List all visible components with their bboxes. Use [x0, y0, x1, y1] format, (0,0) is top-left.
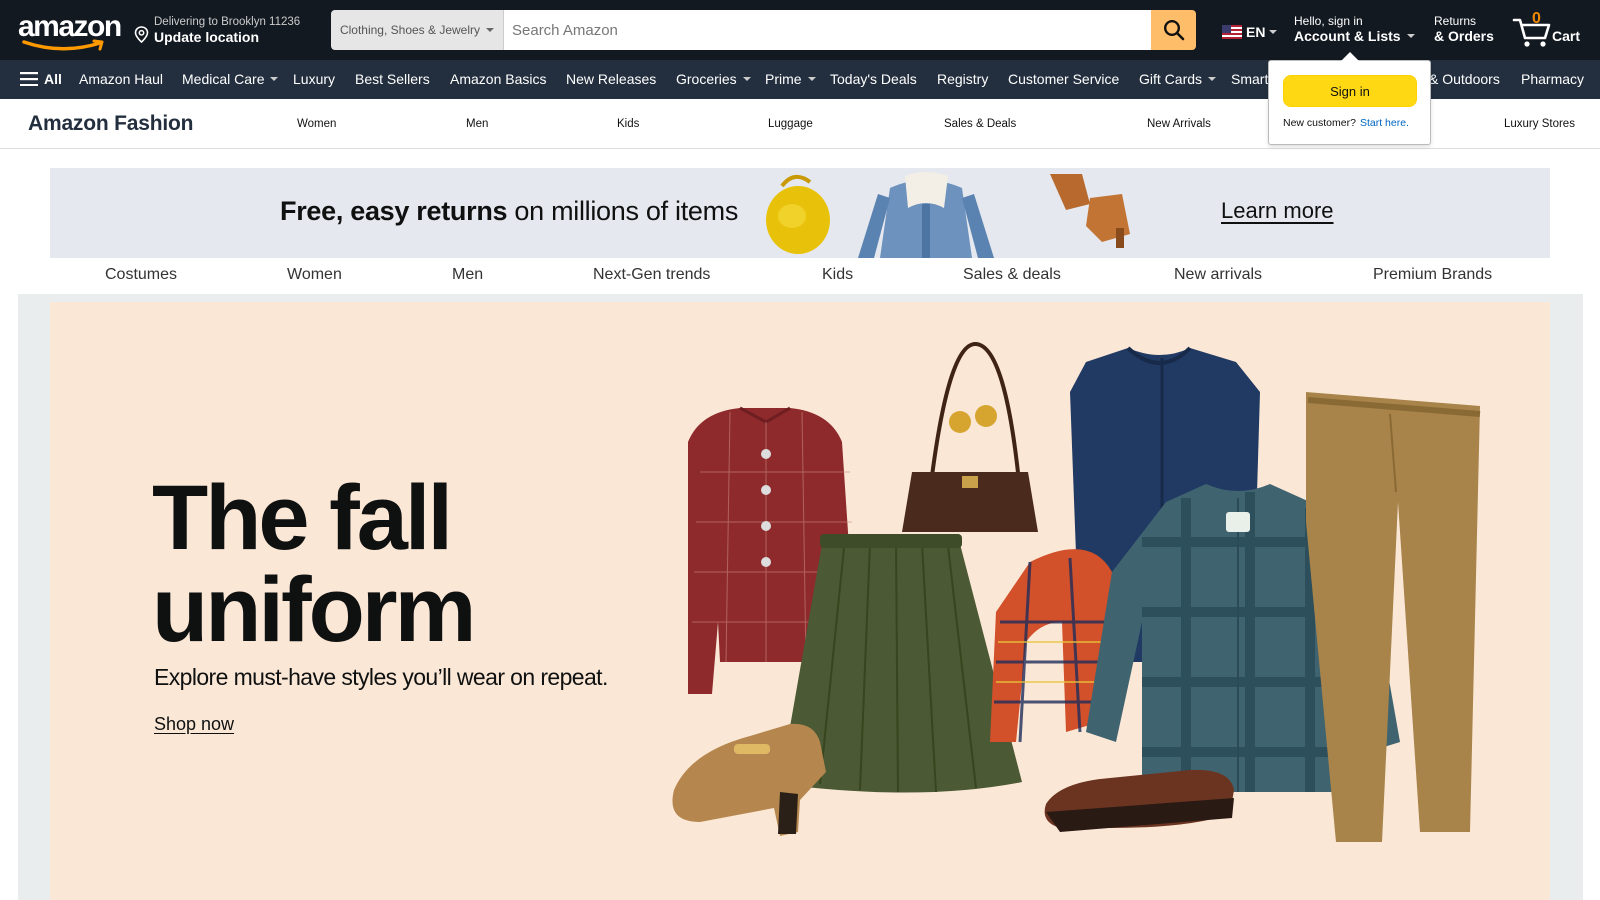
- nav-item-amazon-haul[interactable]: Amazon Haul: [79, 71, 163, 87]
- start-here-link[interactable]: Start here.: [1360, 117, 1409, 129]
- category-next-gen-trends[interactable]: Next-Gen trends: [593, 266, 710, 284]
- account-lists-label: Account & Lists: [1294, 28, 1415, 44]
- cart-count: 0: [1532, 10, 1541, 27]
- nav-item-medical-care-label: Medical Care: [182, 71, 265, 87]
- nav-item-medical-care[interactable]: Medical Care: [182, 71, 279, 87]
- account-lists-text: Account & Lists: [1294, 28, 1401, 44]
- brown-handbag-image: [902, 342, 1038, 532]
- nav-item-amazon-basics[interactable]: Amazon Basics: [450, 71, 546, 87]
- returns-label: Returns: [1434, 14, 1477, 28]
- us-flag-icon: [1222, 25, 1242, 39]
- nav-item-new-releases[interactable]: New Releases: [566, 71, 656, 87]
- category-strip: Costumes Women Men Next-Gen trends Kids …: [50, 258, 1550, 294]
- account-menu[interactable]: Hello, sign in Account & Lists: [1294, 14, 1415, 44]
- nav-item-registry[interactable]: Registry: [937, 71, 988, 87]
- top-nav-bar: amazon Delivering to Brooklyn 11236 Upda…: [0, 0, 1600, 60]
- hero-title: The fall uniform: [152, 467, 476, 661]
- category-premium-brands[interactable]: Premium Brands: [1373, 266, 1492, 284]
- new-customer-text: New customer? Start here.: [1283, 117, 1409, 129]
- fashion-link-women[interactable]: Women: [297, 118, 336, 130]
- category-kids[interactable]: Kids: [822, 266, 853, 284]
- amazon-fashion-title[interactable]: Amazon Fashion: [28, 112, 193, 136]
- brown-loafer-image: [1044, 769, 1234, 832]
- search-category-label: Clothing, Shoes & Jewelry: [339, 23, 481, 37]
- hero-subtitle: Explore must-have styles you’ll wear on …: [154, 664, 608, 690]
- fashion-link-kids[interactable]: Kids: [617, 118, 639, 130]
- signin-button[interactable]: Sign in: [1283, 75, 1417, 107]
- returns-orders-link[interactable]: Returns & Orders: [1434, 14, 1494, 44]
- nav-item-groceries[interactable]: Groceries: [676, 71, 751, 87]
- nav-item-smart[interactable]: Smart: [1231, 71, 1268, 87]
- fashion-link-luxury-stores[interactable]: Luxury Stores: [1504, 118, 1575, 130]
- signin-popover: Sign in New customer? Start here.: [1268, 52, 1431, 145]
- all-menu-label: All: [44, 71, 62, 87]
- chevron-down-icon: [1406, 34, 1415, 38]
- chevron-down-icon: [742, 77, 751, 81]
- nav-item-customer-service[interactable]: Customer Service: [1008, 71, 1119, 87]
- fashion-link-sales-deals[interactable]: Sales & Deals: [944, 118, 1016, 130]
- chevron-down-icon: [1208, 77, 1217, 81]
- chevron-down-icon: [1269, 30, 1278, 34]
- search-category-select[interactable]: Clothing, Shoes & Jewelry: [331, 10, 504, 50]
- chevron-down-icon: [807, 77, 816, 81]
- fashion-link-men[interactable]: Men: [466, 118, 488, 130]
- banner-headline-rest: on millions of items: [507, 196, 739, 226]
- hero-banner[interactable]: The fall uniform Explore must-have style…: [50, 302, 1550, 900]
- learn-more-link[interactable]: Learn more: [1221, 198, 1334, 224]
- hero-title-line2: uniform: [152, 559, 476, 661]
- category-costumes[interactable]: Costumes: [105, 266, 177, 284]
- hamburger-menu-icon: [20, 72, 38, 86]
- shop-now-link[interactable]: Shop now: [154, 714, 234, 735]
- nav-item-gift-cards[interactable]: Gift Cards: [1139, 71, 1217, 87]
- nav-item-groceries-label: Groceries: [676, 71, 737, 87]
- orders-label: & Orders: [1434, 28, 1494, 44]
- search-icon: [1163, 19, 1184, 41]
- nav-item-prime-label: Prime: [765, 71, 802, 87]
- fashion-link-new-arrivals[interactable]: New Arrivals: [1147, 118, 1211, 130]
- yellow-bag-image: [766, 174, 830, 254]
- language-selector[interactable]: EN: [1222, 24, 1278, 40]
- khaki-pants-image: [1306, 392, 1481, 842]
- search-bar: Clothing, Shoes & Jewelry: [331, 10, 1196, 50]
- nav-item-best-sellers[interactable]: Best Sellers: [355, 71, 430, 87]
- update-location-link: Update location: [154, 29, 260, 45]
- chevron-down-icon: [270, 77, 279, 81]
- nav-item-pharmacy[interactable]: Pharmacy: [1521, 71, 1584, 87]
- search-input[interactable]: [504, 10, 1151, 50]
- banner-product-images: [766, 172, 1130, 258]
- search-button[interactable]: [1151, 10, 1196, 50]
- chevron-down-icon: [486, 28, 495, 32]
- tan-loafer-image: [672, 723, 826, 836]
- nav-item-luxury[interactable]: Luxury: [293, 71, 335, 87]
- brown-boots-image: [1050, 174, 1130, 248]
- hero-title-line1: The fall: [152, 467, 453, 569]
- delivery-location-line1: Delivering to Brooklyn 11236: [154, 16, 301, 28]
- banner-headline-bold: Free, easy returns: [280, 196, 508, 226]
- logo-text: amazon: [18, 10, 122, 43]
- location-pin-icon: [134, 26, 149, 43]
- new-customer-label: New customer?: [1283, 117, 1356, 129]
- category-men[interactable]: Men: [452, 266, 483, 284]
- logo-smile-icon: [22, 39, 104, 51]
- returns-banner[interactable]: Free, easy returns on millions of items …: [50, 168, 1550, 258]
- fashion-link-luggage[interactable]: Luggage: [768, 118, 813, 130]
- denim-jacket-image: [858, 172, 994, 258]
- language-label: EN: [1246, 24, 1266, 40]
- cart-label: Cart: [1552, 28, 1581, 44]
- account-greeting: Hello, sign in: [1294, 14, 1363, 28]
- category-sales-deals[interactable]: Sales & deals: [963, 266, 1061, 284]
- all-menu-button[interactable]: All: [20, 71, 62, 87]
- nav-item-prime[interactable]: Prime: [765, 71, 816, 87]
- amazon-logo[interactable]: amazon: [18, 10, 122, 52]
- nav-item-outdoors[interactable]: & Outdoors: [1429, 71, 1500, 87]
- cart-button[interactable]: 0 Cart: [1512, 8, 1592, 52]
- category-women[interactable]: Women: [287, 266, 342, 284]
- category-new-arrivals[interactable]: New arrivals: [1174, 266, 1262, 284]
- nav-item-gift-cards-label: Gift Cards: [1139, 71, 1203, 87]
- hero-outfit-image: [672, 342, 1481, 842]
- banner-headline: Free, easy returns on millions of items: [280, 196, 738, 227]
- nav-item-todays-deals[interactable]: Today's Deals: [830, 71, 917, 87]
